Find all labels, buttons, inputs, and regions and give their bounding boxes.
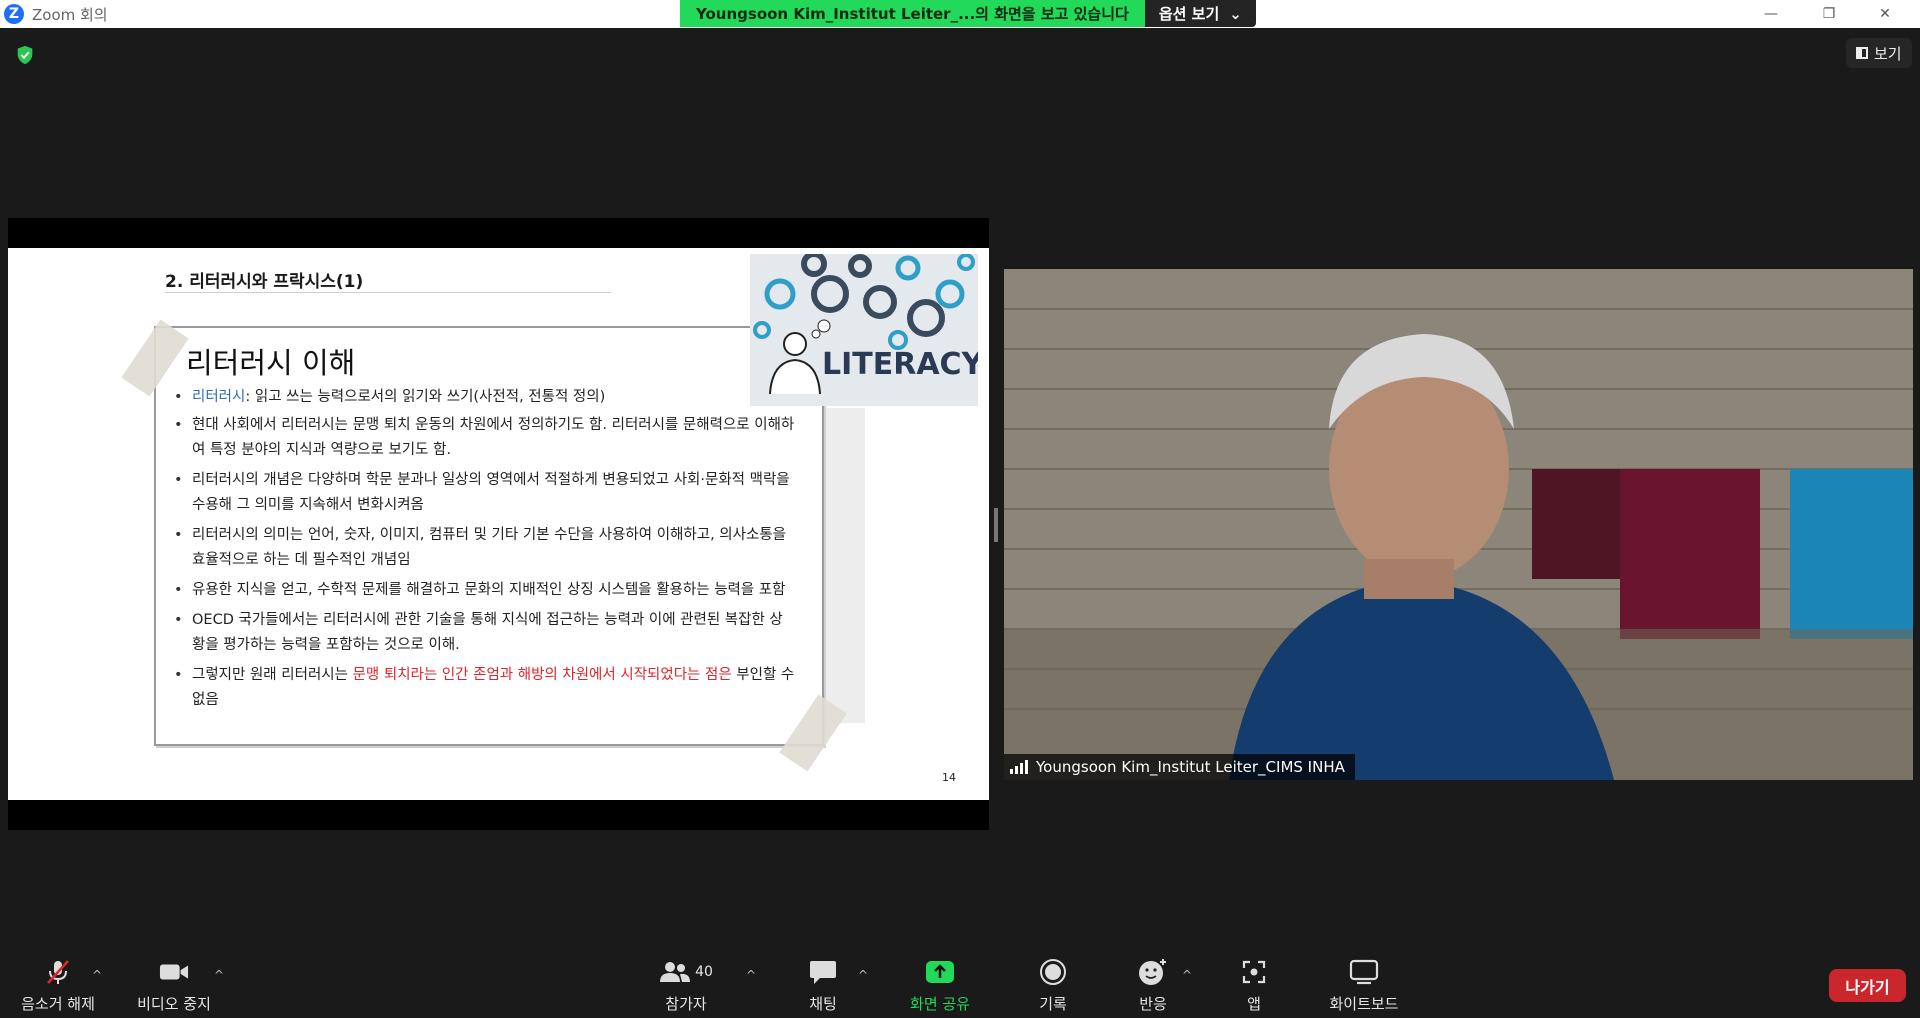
stop-video-button[interactable]: 비디오 중지: [132, 948, 216, 1018]
maximize-button[interactable]: ❐: [1806, 0, 1852, 28]
whiteboard-label: 화이트보드: [1329, 995, 1399, 1013]
bullet-item: 유용한 지식을 얻고, 수학적 문제를 해결하고 문화의 지배적인 상징 시스템…: [170, 578, 795, 603]
bullet-item: 그렇지만 원래 리터러시는 문맹 퇴치라는 인간 존엄과 해방의 차원에서 시작…: [170, 663, 795, 713]
participants-icon: 40: [656, 957, 716, 987]
share-screen-icon: [925, 957, 955, 987]
bullet-item: 현대 사회에서 리터러시는 문맹 퇴치 운동의 차원에서 정의하기도 함. 리터…: [170, 413, 795, 463]
share-banner-message: Youngsoon Kim_Institut Leiter_...의 화면을 보…: [680, 0, 1145, 27]
participants-button[interactable]: 40 참가자: [650, 948, 722, 1018]
participant-name-tag: Youngsoon Kim_Institut Leiter_CIMS INHA: [1004, 754, 1355, 780]
muted-mic-icon: [43, 957, 73, 987]
audio-options-caret[interactable]: ^: [92, 968, 102, 982]
slide-section-title: 2. 리터러시와 프락시스(1): [165, 272, 364, 292]
zoom-logo-icon: Z: [4, 4, 24, 24]
slide-page-number: 14: [942, 771, 956, 784]
layout-icon: [1856, 47, 1868, 59]
chevron-down-icon: ⌄: [1229, 4, 1242, 23]
minimize-button[interactable]: —: [1748, 0, 1794, 28]
record-button[interactable]: 기록: [1028, 948, 1078, 1018]
reactions-options-caret[interactable]: ^: [1182, 968, 1192, 982]
leave-button[interactable]: 나가기: [1829, 969, 1906, 1002]
chat-label: 채팅: [809, 995, 837, 1013]
literacy-word: LITERACY: [822, 347, 978, 382]
bullet-term: 리터러시: [192, 389, 246, 405]
record-label: 기록: [1039, 995, 1067, 1013]
unmute-button[interactable]: 음소거 해제: [18, 948, 98, 1018]
record-icon: [1038, 957, 1068, 987]
stop-video-label: 비디오 중지: [137, 995, 211, 1013]
meeting-toolbar: 음소거 해제 ^ 비디오 중지 ^ 40 참가자 ^ 채팅 ^ 화면 공유 기록: [0, 948, 1920, 1018]
participants-label: 참가자: [665, 995, 707, 1013]
apps-label: 앱: [1247, 995, 1261, 1013]
apps-icon: [1239, 957, 1269, 987]
bullet-text: : 읽고 쓰는 능력으로서의 읽기와 쓰기(사전적, 전통적 정의): [245, 389, 606, 405]
unmute-label: 음소거 해제: [21, 995, 95, 1013]
video-options-caret[interactable]: ^: [214, 968, 224, 982]
signal-strength-icon: [1010, 760, 1028, 774]
reactions-button[interactable]: 반응: [1128, 948, 1178, 1018]
share-screen-label: 화면 공유: [910, 995, 970, 1013]
apps-button[interactable]: 앱: [1236, 948, 1272, 1018]
screen-share-banner: Youngsoon Kim_Institut Leiter_...의 화면을 보…: [680, 0, 1256, 27]
chat-button[interactable]: 채팅: [798, 948, 848, 1018]
participant-count: 40: [695, 964, 713, 980]
smiley-plus-icon: [1138, 957, 1168, 987]
bullet-item: 리터러시의 의미는 언어, 숫자, 이미지, 컴퓨터 및 기타 기본 수단을 사…: [170, 523, 795, 573]
close-window-button[interactable]: ✕: [1862, 0, 1908, 28]
reactions-label: 반응: [1139, 995, 1167, 1013]
slide-heading: 리터러시 이해: [186, 346, 356, 380]
chat-bubble-icon: [808, 957, 838, 987]
slide-gray-panel: [818, 408, 865, 723]
bullet-item: 리터러시: 읽고 쓰는 능력으로서의 읽기와 쓰기(사전적, 전통적 정의): [170, 385, 795, 410]
splitter-handle[interactable]: [994, 508, 998, 542]
view-options-label: 옵션 보기: [1158, 5, 1220, 23]
security-shield-icon[interactable]: [14, 44, 36, 66]
whiteboard-button[interactable]: 화이트보드: [1320, 948, 1408, 1018]
title-underline: [165, 292, 611, 293]
video-camera-icon: [159, 957, 189, 987]
bullet-text: 그렇지만 원래 리터러시는: [192, 667, 353, 683]
participant-name: Youngsoon Kim_Institut Leiter_CIMS INHA: [1036, 758, 1345, 776]
view-options-button[interactable]: 옵션 보기 ⌄: [1144, 0, 1256, 27]
whiteboard-icon: [1349, 957, 1379, 987]
view-label: 보기: [1874, 44, 1902, 63]
window-title: Zoom 회의: [32, 5, 108, 24]
bullet-highlight: 문맹 퇴치라는 인간 존엄과 해방의 차원에서 시작되었다는 점은: [352, 667, 732, 683]
bullet-item: 리터러시의 개념은 다양하며 학문 분과나 일상의 영역에서 적절하게 변용되었…: [170, 468, 795, 518]
participants-options-caret[interactable]: ^: [746, 968, 756, 982]
bullet-list: 리터러시: 읽고 쓰는 능력으로서의 읽기와 쓰기(사전적, 전통적 정의) 현…: [170, 385, 795, 718]
participant-video[interactable]: [1004, 269, 1913, 780]
bullet-item: OECD 국가들에서는 리터러시에 관한 기술을 통해 지식에 접근하는 능력과…: [170, 608, 795, 658]
presentation-slide: 2. 리터러시와 프락시스(1) 리터러시 이해 리터러시: 읽고 쓰는 능력으…: [8, 248, 989, 800]
share-screen-button[interactable]: 화면 공유: [900, 948, 980, 1018]
shared-screen[interactable]: 2. 리터러시와 프락시스(1) 리터러시 이해 리터러시: 읽고 쓰는 능력으…: [8, 218, 989, 830]
view-layout-button[interactable]: 보기: [1846, 38, 1912, 68]
literacy-image: LITERACY: [750, 254, 978, 406]
chat-options-caret[interactable]: ^: [858, 968, 868, 982]
